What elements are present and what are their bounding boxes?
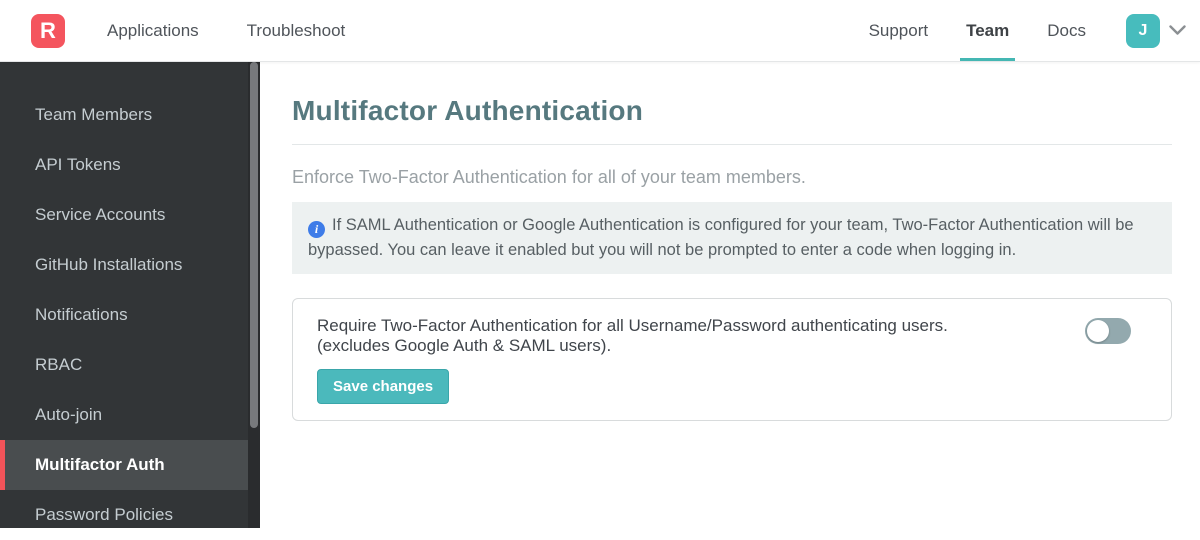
sidebar-scrollbar-track[interactable] <box>248 62 260 528</box>
info-icon-glyph: i <box>314 222 319 236</box>
nav-troubleshoot[interactable]: Troubleshoot <box>241 0 352 61</box>
mfa-setting-card: Require Two-Factor Authentication for al… <box>292 297 1172 421</box>
nav-team[interactable]: Team <box>960 0 1016 61</box>
setting-label-line1: Require Two-Factor Authentication for al… <box>317 315 948 335</box>
settings-sidebar: Team Members API Tokens Service Accounts… <box>0 62 260 528</box>
rollbar-logo[interactable]: R <box>31 13 65 48</box>
sidebar-scrollbar-thumb[interactable] <box>250 62 258 428</box>
nav-docs[interactable]: Docs <box>1041 0 1092 61</box>
logo-letter: R <box>40 17 56 43</box>
nav-support-label: Support <box>868 20 929 40</box>
setting-row: Require Two-Factor Authentication for al… <box>317 316 1149 356</box>
sidebar-item-password-policies[interactable]: Password Policies <box>0 490 248 540</box>
info-note: i If SAML Authentication or Google Authen… <box>292 202 1172 274</box>
sidebar-item-rbac[interactable]: RBAC <box>0 340 248 390</box>
navbar-left: R Applications Troubleshoot <box>0 0 351 61</box>
nav-docs-label: Docs <box>1047 20 1086 40</box>
sidebar-item-notifications[interactable]: Notifications <box>0 290 248 340</box>
title-divider <box>292 144 1172 145</box>
sidebar-item-team-members[interactable]: Team Members <box>0 90 248 140</box>
page-subtitle: Enforce Two-Factor Authentication for al… <box>292 167 806 187</box>
setting-label-line2: (excludes Google Auth & SAML users). <box>317 335 612 355</box>
avatar[interactable]: J <box>1126 13 1160 48</box>
info-note-text: If SAML Authentication or Google Authent… <box>308 216 1134 259</box>
active-tab-underline <box>960 58 1016 61</box>
nav-applications[interactable]: Applications <box>101 0 205 61</box>
user-menu[interactable]: J <box>1126 0 1186 61</box>
info-icon: i <box>308 220 325 238</box>
sidebar-nav: Team Members API Tokens Service Accounts… <box>0 62 248 540</box>
save-changes-button[interactable]: Save changes <box>317 368 450 404</box>
top-navbar: R Applications Troubleshoot Support Team… <box>0 0 1200 62</box>
mfa-toggle[interactable] <box>1085 317 1131 344</box>
nav-team-label: Team <box>966 20 1010 40</box>
sidebar-item-multifactor-auth[interactable]: Multifactor Auth <box>0 440 248 490</box>
main-content: Multifactor Authentication Enforce Two-F… <box>260 62 1200 528</box>
sidebar-item-auto-join[interactable]: Auto-join <box>0 390 248 440</box>
sidebar-item-service-accounts[interactable]: Service Accounts <box>0 190 248 240</box>
sidebar-item-github-installations[interactable]: GitHub Installations <box>0 240 248 290</box>
navbar-right: Support Team Docs J <box>837 0 1200 61</box>
setting-label: Require Two-Factor Authentication for al… <box>317 316 948 356</box>
chevron-down-icon[interactable] <box>1169 25 1186 36</box>
sidebar-item-api-tokens[interactable]: API Tokens <box>0 140 248 190</box>
page-title: Multifactor Authentication <box>292 95 644 126</box>
nav-support[interactable]: Support <box>863 0 935 61</box>
toggle-knob <box>1087 319 1109 342</box>
